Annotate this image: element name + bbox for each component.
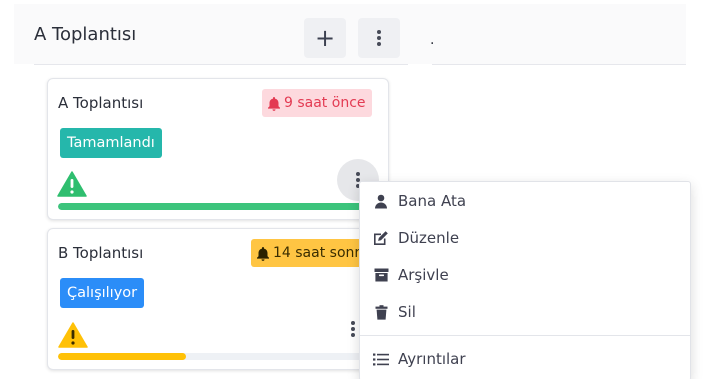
menu-item-label: Düzenle (398, 229, 460, 247)
bell-icon (268, 96, 280, 111)
column-title: A Toplantısı (34, 24, 137, 45)
add-card-button[interactable]: + (304, 18, 346, 58)
menu-divider (360, 335, 690, 336)
header-text: . (430, 32, 435, 48)
bell-icon (257, 246, 269, 261)
progress-bar (58, 353, 378, 360)
task-card[interactable]: A Toplantısı 9 saat önce Tamamlandı (47, 78, 389, 220)
card-context-menu: Bana Ata Düzenle Arşivle Sil Ayrıntılar (359, 181, 691, 379)
progress-fill (58, 353, 186, 360)
edit-icon (372, 229, 390, 247)
time-badge: 14 saat sonr (251, 239, 367, 267)
menu-item-edit[interactable]: Düzenle (360, 220, 690, 256)
more-vertical-icon (351, 321, 355, 337)
time-badge-label: 14 saat sonr (273, 245, 361, 261)
status-badge: Çalışılıyor (60, 278, 145, 308)
menu-item-label: Ayrıntılar (398, 350, 466, 368)
card-title: A Toplantısı (58, 94, 144, 112)
menu-item-delete[interactable]: Sil (360, 294, 690, 330)
time-badge: 9 saat önce (262, 89, 372, 117)
column-divider (34, 64, 408, 65)
menu-item-label: Bana Ata (398, 192, 467, 210)
menu-item-label: Sil (398, 303, 416, 321)
card-title: B Toplantısı (58, 244, 144, 262)
more-vertical-icon (377, 30, 381, 46)
menu-item-label: Arşivle (398, 266, 449, 284)
user-icon (372, 192, 390, 210)
progress-fill (58, 203, 378, 210)
card-menu-button[interactable] (351, 321, 355, 337)
plus-icon: + (314, 24, 336, 52)
task-card[interactable]: B Toplantısı 14 saat sonr Çalışılıyor (47, 228, 389, 370)
archive-icon (372, 266, 390, 284)
list-icon (372, 350, 390, 368)
warning-icon (58, 322, 88, 348)
column-more-button[interactable] (358, 18, 400, 58)
menu-item-assign-to-me[interactable]: Bana Ata (360, 183, 690, 219)
menu-item-archive[interactable]: Arşivle (360, 257, 690, 293)
progress-bar (58, 203, 378, 210)
status-badge: Tamamlandı (60, 128, 162, 158)
trash-icon (372, 303, 390, 321)
time-badge-label: 9 saat önce (284, 95, 366, 111)
menu-item-details[interactable]: Ayrıntılar (360, 341, 690, 377)
warning-icon (57, 171, 87, 197)
header-divider (432, 64, 686, 65)
